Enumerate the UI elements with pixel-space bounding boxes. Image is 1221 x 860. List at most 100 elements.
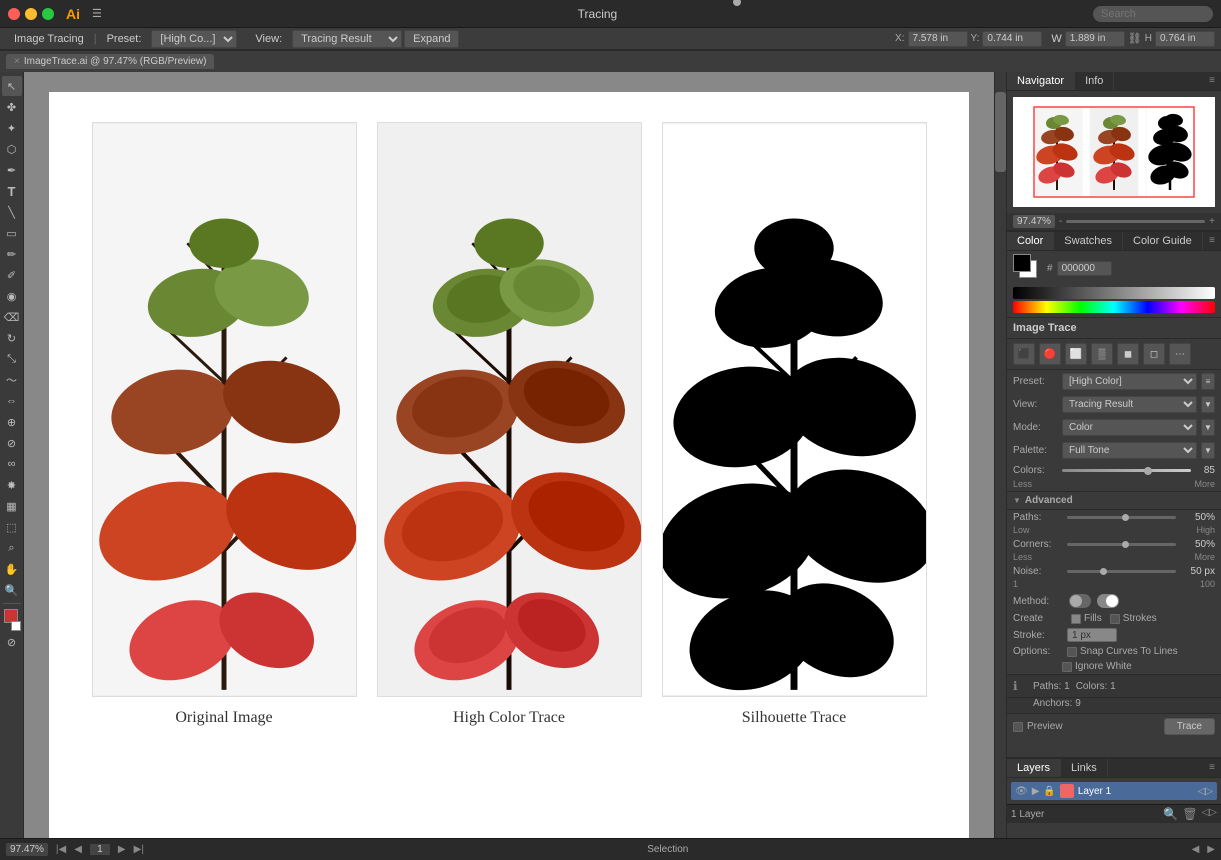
next-page-btn[interactable]: ▶| xyxy=(134,844,144,855)
zoom-out-btn[interactable]: - xyxy=(1059,216,1062,227)
grayscale-btn[interactable]: ▒ xyxy=(1091,343,1113,365)
eraser-tool[interactable]: ⌫ xyxy=(2,307,22,327)
paintbrush-tool[interactable]: ✏ xyxy=(2,244,22,264)
magic-wand-tool[interactable]: ✦ xyxy=(2,118,22,138)
selection-tool[interactable]: ↖ xyxy=(2,76,22,96)
close-button[interactable] xyxy=(8,8,20,20)
foreground-swatch[interactable] xyxy=(1013,254,1031,272)
view-trace-dropdown[interactable]: Tracing Result xyxy=(1062,396,1197,413)
scroll-thumb[interactable] xyxy=(995,92,1006,172)
ignore-checkbox[interactable] xyxy=(1062,662,1072,672)
rect-tool[interactable]: ▭ xyxy=(2,223,22,243)
tab-navigator[interactable]: Navigator xyxy=(1007,72,1075,90)
tab-color[interactable]: Color xyxy=(1007,232,1054,250)
hand-tool[interactable]: ✋ xyxy=(2,559,22,579)
zoom-tool[interactable]: 🔍 xyxy=(2,580,22,600)
preview-checkbox[interactable] xyxy=(1013,722,1023,732)
layer-expand-icon[interactable]: ▶ xyxy=(1032,786,1040,797)
tab-swatches[interactable]: Swatches xyxy=(1054,232,1123,250)
delete-layer-icon[interactable]: 🗑 xyxy=(1182,807,1197,821)
trace-button[interactable]: Trace xyxy=(1164,718,1215,735)
color-hex-input[interactable] xyxy=(1057,261,1112,276)
width-tool[interactable]: ⇔ xyxy=(2,391,22,411)
canvas-scrollbar[interactable] xyxy=(994,72,1006,838)
stroke-none[interactable]: ⊘ xyxy=(2,632,22,652)
method-toggle-2[interactable] xyxy=(1097,594,1119,608)
bw-btn[interactable]: ◼ xyxy=(1117,343,1139,365)
layer-visibility-icon[interactable]: 👁 xyxy=(1015,786,1028,797)
type-tool[interactable]: T xyxy=(2,181,22,201)
line-tool[interactable]: ╲ xyxy=(2,202,22,222)
next-btn[interactable]: ▶ xyxy=(118,844,126,855)
auto-color-btn[interactable]: ⬛ xyxy=(1013,343,1035,365)
blend-tool[interactable]: ∞ xyxy=(2,454,22,474)
noise-slider[interactable] xyxy=(1067,570,1176,573)
x-input[interactable] xyxy=(908,31,968,47)
preset-dropdown[interactable]: [High Co...] xyxy=(151,30,237,48)
navigator-panel-close[interactable]: ≡ xyxy=(1203,72,1221,90)
corners-slider[interactable] xyxy=(1067,543,1176,546)
tab-links[interactable]: Links xyxy=(1061,759,1108,777)
lasso-tool[interactable]: ⬡ xyxy=(2,139,22,159)
w-input[interactable] xyxy=(1065,31,1125,47)
prev-btn[interactable]: ◀ xyxy=(74,844,82,855)
document-tab[interactable]: × ImageTrace.ai @ 97.47% (RGB/Preview) xyxy=(6,54,214,69)
fills-checkbox[interactable] xyxy=(1071,614,1081,624)
palette-options-btn[interactable]: ▼ xyxy=(1201,442,1215,459)
stroke-input[interactable] xyxy=(1067,628,1117,642)
rotate-tool[interactable]: ↻ xyxy=(2,328,22,348)
menu-icon[interactable]: ☰ xyxy=(92,7,102,20)
view-options-btn[interactable]: ▼ xyxy=(1201,396,1215,413)
layers-panel-close[interactable]: ≡ xyxy=(1203,759,1221,777)
preset-options-btn[interactable]: ≡ xyxy=(1201,373,1215,390)
zoom-slider[interactable] xyxy=(1066,220,1205,223)
slice-tool[interactable]: ⌕ xyxy=(2,538,22,558)
eyedropper-tool[interactable]: ⊘ xyxy=(2,433,22,453)
y-input[interactable] xyxy=(982,31,1042,47)
expand-button[interactable]: Expand xyxy=(404,30,459,48)
tab-info[interactable]: Info xyxy=(1075,72,1114,90)
pencil-tool[interactable]: ✐ xyxy=(2,265,22,285)
color-rainbow-bar[interactable] xyxy=(1013,301,1215,313)
tab-close[interactable]: × xyxy=(14,56,20,67)
view-dropdown[interactable]: Tracing Result xyxy=(292,30,402,48)
paths-slider[interactable] xyxy=(1067,516,1176,519)
status-zoom[interactable]: 97.47% xyxy=(6,843,48,856)
more-options-btn[interactable]: ⋯ xyxy=(1169,343,1191,365)
shape-builder-tool[interactable]: ⊕ xyxy=(2,412,22,432)
menu-image-tracing[interactable]: Image Tracing xyxy=(6,31,92,47)
strokes-checkbox[interactable] xyxy=(1110,614,1120,624)
layer-lock-icon[interactable]: 🔒 xyxy=(1043,786,1055,797)
minimize-button[interactable] xyxy=(25,8,37,20)
search-input[interactable] xyxy=(1093,6,1213,22)
maximize-button[interactable] xyxy=(42,8,54,20)
column-graph-tool[interactable]: ▦ xyxy=(2,496,22,516)
artboard-prev-btn[interactable]: ◀ xyxy=(1192,844,1200,855)
colors-slider[interactable] xyxy=(1062,469,1191,472)
high-color-btn[interactable]: 🔴 xyxy=(1039,343,1061,365)
color-gradient-bar[interactable] xyxy=(1013,287,1215,299)
snap-checkbox[interactable] xyxy=(1067,647,1077,657)
low-color-btn[interactable]: ⬜ xyxy=(1065,343,1087,365)
direct-selection-tool[interactable]: ✤ xyxy=(2,97,22,117)
scale-tool[interactable]: ⤡ xyxy=(2,349,22,369)
artboard-next-btn[interactable]: ▶ xyxy=(1207,844,1215,855)
new-layer-icon[interactable]: 🔍 xyxy=(1163,807,1178,821)
warp-tool[interactable]: 〜 xyxy=(2,370,22,390)
tab-layers[interactable]: Layers xyxy=(1007,759,1061,777)
preset-trace-dropdown[interactable]: [High Color] xyxy=(1062,373,1197,390)
tab-color-guide[interactable]: Color Guide xyxy=(1123,232,1203,250)
mode-dropdown[interactable]: Color xyxy=(1062,419,1197,436)
advanced-header[interactable]: ▼ Advanced xyxy=(1007,491,1221,510)
zoom-in-btn[interactable]: + xyxy=(1209,216,1215,227)
h-input[interactable] xyxy=(1155,31,1215,47)
artboard-tool[interactable]: ⬚ xyxy=(2,517,22,537)
prev-page-btn[interactable]: |◀ xyxy=(56,844,66,855)
symbol-tool[interactable]: ✸ xyxy=(2,475,22,495)
palette-dropdown[interactable]: Full Tone xyxy=(1062,442,1197,459)
mode-options-btn[interactable]: ▼ xyxy=(1201,419,1215,436)
layer-options-icon[interactable]: ◁▷ xyxy=(1202,807,1217,821)
blob-brush-tool[interactable]: ◉ xyxy=(2,286,22,306)
outline-btn[interactable]: ◻ xyxy=(1143,343,1165,365)
page-input[interactable] xyxy=(90,844,110,855)
